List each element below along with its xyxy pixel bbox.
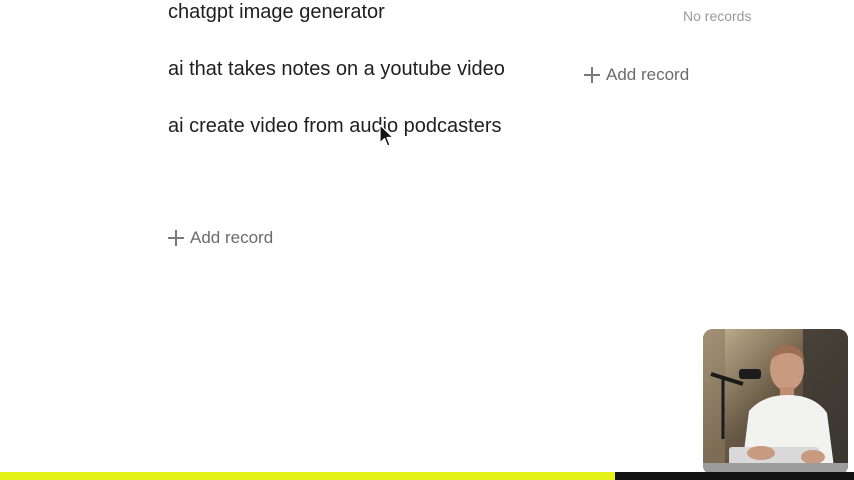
board-view: chatgpt image generator ai that takes no… bbox=[0, 0, 854, 480]
record-card[interactable]: ai that takes notes on a youtube video bbox=[168, 53, 508, 85]
record-card[interactable]: chatgpt image generator bbox=[168, 0, 508, 28]
add-record-label: Add record bbox=[190, 228, 274, 247]
mouse-pointer-icon bbox=[379, 124, 394, 147]
add-record-label: Add record bbox=[606, 65, 690, 84]
video-progress-bar[interactable] bbox=[0, 472, 854, 480]
plus-icon bbox=[584, 67, 600, 83]
add-record-button-left[interactable]: Add record bbox=[168, 226, 273, 250]
webcam-overlay bbox=[703, 329, 848, 475]
record-card[interactable]: ai create video from audio podcasters bbox=[168, 110, 508, 142]
video-progress-fill bbox=[0, 472, 615, 480]
webcam-image bbox=[703, 329, 848, 475]
board-column-left: chatgpt image generator ai that takes no… bbox=[168, 0, 508, 167]
plus-icon bbox=[168, 230, 184, 246]
add-record-button-right[interactable]: Add record bbox=[584, 63, 689, 87]
empty-column-text: No records bbox=[683, 8, 752, 24]
